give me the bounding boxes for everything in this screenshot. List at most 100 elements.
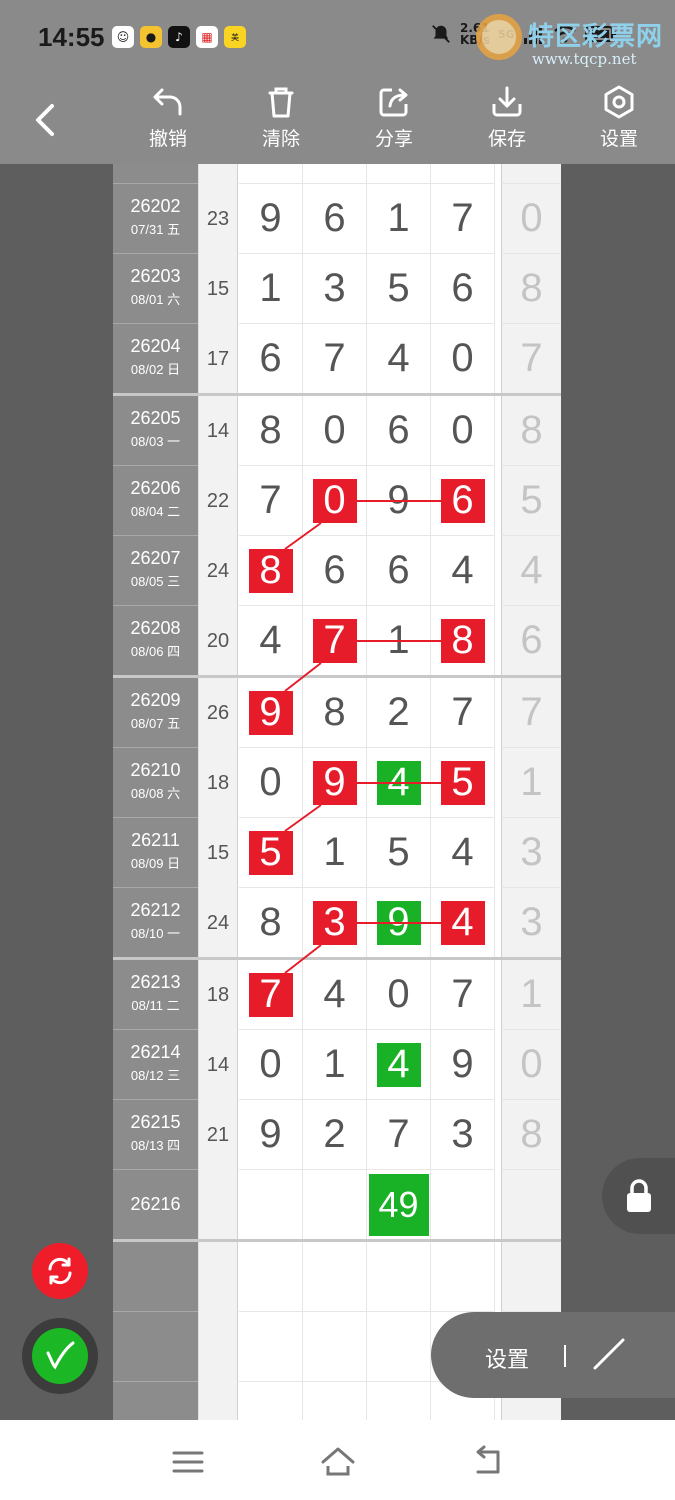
digit-value: 1 (323, 830, 346, 874)
digit-cell[interactable]: 4 (367, 748, 431, 818)
table-row: 26211 08/09 日 15 5 1 5 4 3 (113, 818, 561, 888)
digit-cell[interactable]: 1 (303, 818, 367, 888)
digit-cell[interactable]: 7 (367, 1100, 431, 1170)
settings-panel-toggle[interactable]: 设置 (431, 1312, 675, 1398)
digit-cell[interactable]: 7 (303, 324, 367, 394)
home-icon[interactable] (320, 1444, 356, 1480)
digit-cell[interactable]: 1 (239, 254, 303, 324)
share-button[interactable]: 分享 (354, 84, 434, 160)
refresh-button[interactable] (32, 1243, 88, 1299)
issue-cell: 26210 08/08 六 (113, 748, 198, 818)
back-arrow-icon[interactable] (30, 102, 60, 138)
digit-cell[interactable]: 4 (431, 818, 495, 888)
digit-cell[interactable]: 7 (431, 184, 495, 254)
sum-cell (198, 1170, 238, 1240)
digit-cell[interactable]: 7 (239, 466, 303, 536)
settings-button[interactable]: 设置 (579, 84, 659, 160)
undo-button[interactable]: 撤销 (128, 84, 208, 160)
digit-cell[interactable]: 0 (239, 1030, 303, 1100)
digit-cell[interactable]: 6 (239, 324, 303, 394)
digit-cell[interactable]: 9 (239, 1100, 303, 1170)
pen-stroke-icon (46, 1341, 75, 1370)
digit-cell[interactable]: 0 (367, 960, 431, 1030)
digit-cell[interactable]: 6 (303, 184, 367, 254)
digit-cell[interactable]: 4 (367, 324, 431, 394)
digit-cell[interactable]: 5 (239, 818, 303, 888)
digit-cell[interactable]: 4 (431, 536, 495, 606)
digit-cell[interactable]: 7 (431, 678, 495, 748)
table-row: 26203 08/01 六 15 1 3 5 6 8 (113, 254, 561, 324)
digit-cell[interactable]: 4 (367, 1030, 431, 1100)
digit-cell[interactable]: 9 (367, 888, 431, 958)
menu-icon[interactable] (170, 1444, 206, 1480)
overlay-settings-label: 设置 (485, 1348, 530, 1373)
digit-cell[interactable] (431, 1170, 495, 1240)
digit-cell[interactable]: 8 (239, 888, 303, 958)
watermark-site-name: 特区彩票网 (528, 22, 664, 52)
undo-icon (153, 88, 182, 116)
last-digit-value: 6 (520, 618, 543, 662)
digit-cell[interactable]: 6 (367, 396, 431, 466)
digit-cell[interactable]: 2 (367, 678, 431, 748)
digit-cell[interactable]: 7 (303, 606, 367, 676)
table-row-partial (113, 164, 561, 184)
digit-cell[interactable]: 5 (367, 818, 431, 888)
back-nav-icon[interactable] (470, 1444, 506, 1480)
digit-cell[interactable]: 6 (367, 536, 431, 606)
digit-cell[interactable]: 6 (431, 466, 495, 536)
digit-value: 7 (387, 1112, 410, 1156)
digit-value: 6 (387, 408, 410, 452)
digit-cell[interactable]: 1 (303, 1030, 367, 1100)
digit-cell[interactable]: 4 (431, 888, 495, 958)
digit-cell[interactable]: 9 (367, 466, 431, 536)
digit-cell[interactable]: 49 (367, 1170, 431, 1240)
digit-cell[interactable]: 9 (239, 678, 303, 748)
digit-cell[interactable]: 4 (303, 960, 367, 1030)
digit-value: 4 (376, 760, 421, 805)
last-digit-cell: 6 (501, 606, 561, 676)
digit-cell[interactable]: 0 (431, 396, 495, 466)
lock-button[interactable] (602, 1158, 675, 1234)
digit-value: 4 (451, 548, 474, 592)
digit-cell[interactable]: 0 (303, 396, 367, 466)
digit-cell[interactable]: 1 (367, 184, 431, 254)
last-digit-cell: 0 (501, 184, 561, 254)
digit-cell[interactable]: 4 (239, 606, 303, 676)
line-tool-icon[interactable] (591, 1336, 627, 1372)
digit-value: 0 (451, 336, 474, 380)
pen-tool-button[interactable] (22, 1318, 98, 1394)
digit-cell[interactable]: 0 (239, 748, 303, 818)
digit-cell[interactable]: 8 (431, 606, 495, 676)
digit-value: 3 (312, 900, 357, 945)
digit-cell[interactable] (303, 1170, 367, 1240)
digit-cell[interactable]: 0 (431, 324, 495, 394)
digit-cell[interactable]: 9 (431, 1030, 495, 1100)
digit-cell[interactable]: 9 (239, 184, 303, 254)
digit-cell[interactable]: 8 (239, 396, 303, 466)
issue-date: 08/08 六 (130, 786, 181, 801)
last-digit-cell: 8 (501, 1100, 561, 1170)
digit-cell[interactable]: 3 (431, 1100, 495, 1170)
digit-cell[interactable] (239, 1170, 303, 1240)
digit-cell[interactable]: 2 (303, 1100, 367, 1170)
digit-cell[interactable]: 6 (303, 536, 367, 606)
save-button[interactable]: 保存 (467, 84, 547, 160)
digit-cell[interactable]: 8 (239, 536, 303, 606)
digit-cell[interactable]: 6 (431, 254, 495, 324)
digit-cell[interactable]: 5 (431, 748, 495, 818)
digit-cell[interactable]: 3 (303, 888, 367, 958)
digit-cell[interactable]: 7 (431, 960, 495, 1030)
digit-cell[interactable]: 9 (303, 748, 367, 818)
digit-cell[interactable]: 7 (239, 960, 303, 1030)
digit-value: 9 (248, 690, 293, 735)
digit-cell[interactable]: 0 (303, 466, 367, 536)
digit-cell[interactable]: 3 (303, 254, 367, 324)
digit-value: 6 (440, 478, 485, 523)
digit-cell[interactable]: 1 (367, 606, 431, 676)
last-digit-value: 1 (520, 972, 543, 1016)
clear-button[interactable]: 清除 (241, 84, 321, 160)
table-row: 26204 08/02 日 17 6 7 4 0 7 (113, 324, 561, 394)
draw-trend-grid[interactable]: 26202 07/31 五 23 9 6 1 7 0 26203 08/01 六… (113, 164, 561, 1420)
digit-cell[interactable]: 5 (367, 254, 431, 324)
digit-cell[interactable]: 8 (303, 678, 367, 748)
